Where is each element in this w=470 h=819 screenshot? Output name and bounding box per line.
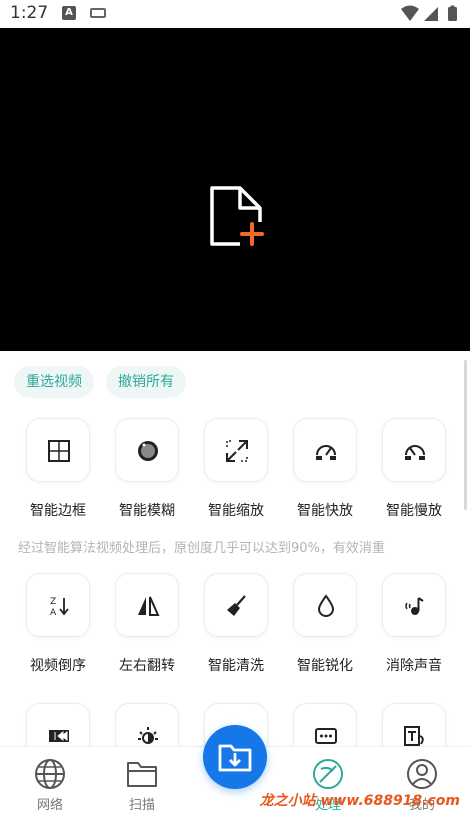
zoom-arrows-icon xyxy=(226,440,248,462)
video-preview[interactable] xyxy=(0,28,470,351)
svg-text:Z: Z xyxy=(50,597,56,607)
rewind-icon xyxy=(49,730,69,742)
nav-label: 网络 xyxy=(36,798,63,813)
description-text: 经过智能算法视频处理后，原创度几乎可以达到90%，有效消重 xyxy=(18,541,385,556)
user-icon xyxy=(407,759,437,789)
process-icon xyxy=(313,759,343,789)
nav-network[interactable]: 网络 xyxy=(20,757,80,813)
tool-label: 智能缩放 xyxy=(208,503,264,519)
tool-label: 智能边框 xyxy=(30,503,86,519)
tool-label: 智能慢放 xyxy=(386,503,442,519)
battery-icon xyxy=(448,7,457,21)
tool-label: 智能模糊 xyxy=(119,503,175,519)
signal-icon xyxy=(424,7,438,21)
fast-speed-icon xyxy=(316,445,336,460)
download-folder-icon xyxy=(218,744,252,772)
subtitle-icon xyxy=(315,728,337,744)
status-bar: 1:27 A xyxy=(0,0,470,28)
status-time: 1:27 xyxy=(10,3,49,23)
flip-horizontal-icon xyxy=(138,596,160,616)
import-video-button[interactable] xyxy=(203,725,267,789)
undo-all-button[interactable]: 撤销所有 xyxy=(106,366,186,398)
folder-icon xyxy=(127,762,157,787)
reverse-order-icon: ZA xyxy=(50,597,69,618)
tool-label: 智能快放 xyxy=(297,503,353,519)
mute-sound-icon xyxy=(405,597,424,615)
blur-lens-icon xyxy=(138,441,158,461)
tool-label: 消除声音 xyxy=(386,658,442,674)
nav-label: 扫描 xyxy=(128,798,155,813)
broom-icon xyxy=(227,595,246,616)
wifi-icon xyxy=(401,5,419,21)
nav-scan[interactable]: 扫描 xyxy=(112,757,172,813)
water-drop-icon xyxy=(317,594,335,617)
tool-label: 智能锐化 xyxy=(297,658,353,674)
globe-icon xyxy=(35,759,65,789)
file-add-icon[interactable] xyxy=(206,184,266,250)
scrollbar[interactable] xyxy=(464,360,467,510)
notification-a-icon: A xyxy=(62,6,76,20)
tool-label: 智能清洗 xyxy=(208,658,264,674)
watermark: 龙之小站 www.688918.com xyxy=(259,793,460,809)
keyboard-icon xyxy=(90,8,106,18)
border-grid-icon xyxy=(48,440,70,462)
svg-text:A: A xyxy=(50,608,57,618)
tool-label: 左右翻转 xyxy=(119,658,175,674)
tool-label: 视频倒序 xyxy=(30,658,86,674)
text-image-icon xyxy=(404,726,424,746)
slow-speed-icon xyxy=(405,445,425,460)
status-icons xyxy=(401,5,457,21)
brightness-icon xyxy=(138,727,158,744)
reselect-video-button[interactable]: 重选视频 xyxy=(14,366,94,398)
